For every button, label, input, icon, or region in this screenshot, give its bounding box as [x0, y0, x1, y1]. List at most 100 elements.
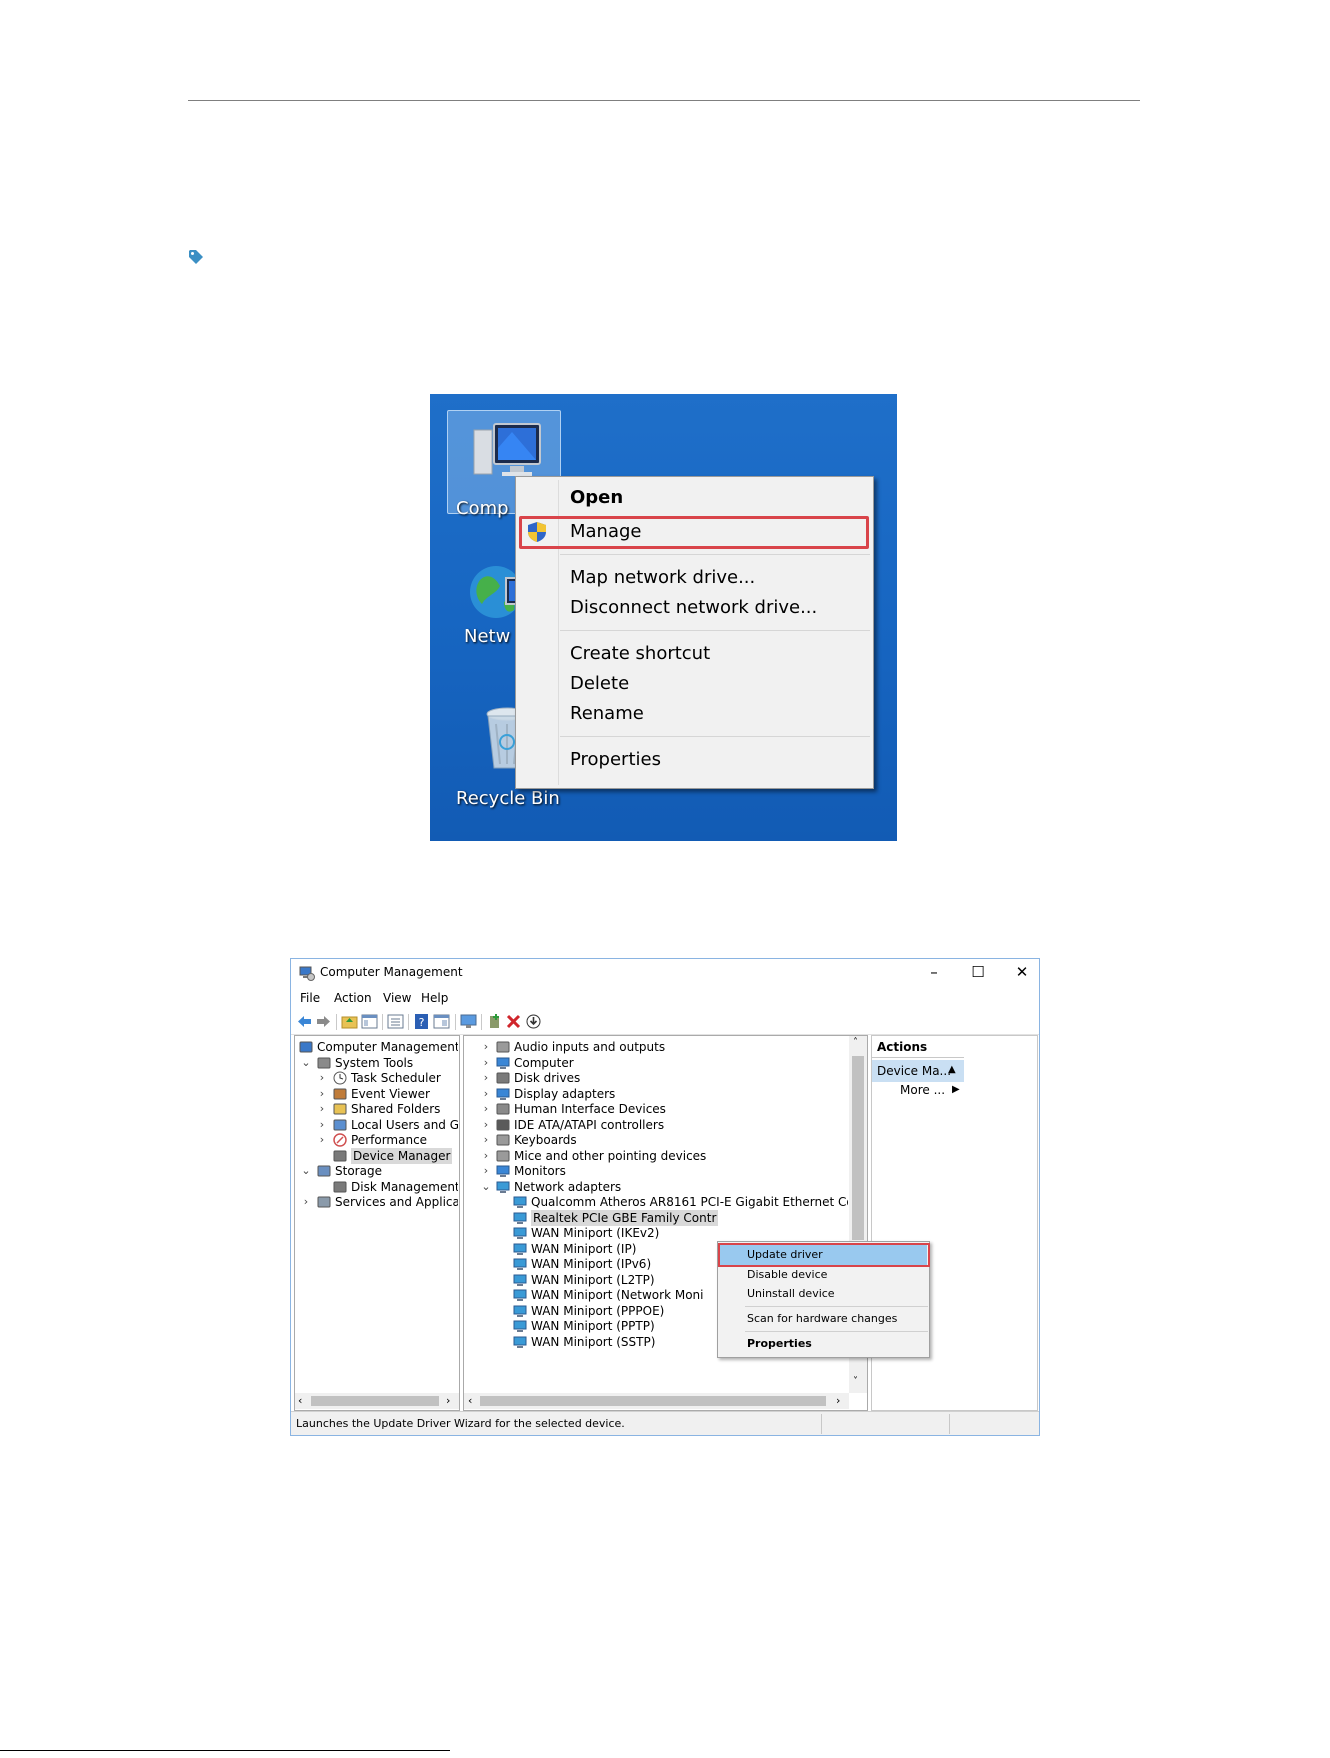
device-item[interactable]: › Display adapters [465, 1086, 848, 1102]
toolbar-separator [481, 1014, 482, 1030]
keyboard-icon [496, 1134, 510, 1146]
chevron-down-icon[interactable]: ⌄ [301, 1055, 311, 1071]
tree-item-label: System Tools [335, 1055, 414, 1070]
chevron-right-icon[interactable]: › [317, 1132, 327, 1148]
tree-item-label: Computer Management (Local [317, 1040, 458, 1054]
minimize-button[interactable]: – [919, 962, 949, 982]
device-item[interactable]: › Human Interface Devices [465, 1101, 848, 1117]
forward-arrow-icon[interactable] [315, 1013, 332, 1030]
tag-icon [189, 250, 203, 264]
scroll-right-icon[interactable]: › [446, 1394, 450, 1407]
menu-view[interactable]: View [383, 991, 411, 1005]
tree-item-label: WAN Miniport (SSTP) [531, 1334, 656, 1349]
menu-separator [745, 1306, 928, 1307]
update-driver-icon[interactable] [486, 1013, 503, 1030]
scroll-up-icon[interactable]: ˄ [853, 1037, 858, 1048]
scroll-left-icon[interactable]: ‹ [468, 1394, 472, 1407]
menu-item-properties[interactable]: Properties [570, 749, 661, 770]
up-folder-icon[interactable] [341, 1013, 358, 1030]
device-item[interactable]: › Keyboards [465, 1132, 848, 1148]
tree-item[interactable]: › Shared Folders [296, 1101, 458, 1117]
menu-item-properties[interactable]: Properties [747, 1337, 812, 1350]
device-item[interactable]: Qualcomm Atheros AR8161 PCI-E Gigabit Et… [465, 1194, 848, 1210]
chevron-right-icon[interactable]: › [481, 1086, 491, 1102]
chevron-right-icon[interactable]: › [301, 1194, 311, 1210]
chevron-right-icon[interactable]: › [317, 1101, 327, 1117]
scroll-right-icon[interactable]: › [836, 1394, 840, 1407]
tree-item[interactable]: Disk Management [296, 1179, 458, 1195]
scroll-thumb[interactable] [852, 1056, 864, 1240]
tree-item[interactable]: ⌄ Storage [296, 1163, 458, 1179]
menu-item-scan-hardware[interactable]: Scan for hardware changes [747, 1312, 897, 1325]
menu-item-update-driver[interactable]: Update driver [747, 1248, 823, 1261]
services-icon [317, 1196, 331, 1208]
menu-file[interactable]: File [300, 991, 320, 1005]
chevron-right-icon[interactable]: › [481, 1101, 491, 1117]
device-item[interactable]: WAN Miniport (IKEv2) [465, 1225, 848, 1241]
tree-hscrollbar[interactable]: ‹ › [295, 1393, 459, 1409]
menu-item-uninstall-device[interactable]: Uninstall device [747, 1287, 835, 1300]
device-item[interactable]: › Disk drives [465, 1070, 848, 1086]
tree-item-label: Keyboards [514, 1133, 577, 1147]
menu-action[interactable]: Action [334, 991, 372, 1005]
tree-item[interactable]: › Performance [296, 1132, 458, 1148]
chevron-right-icon[interactable]: › [481, 1117, 491, 1133]
scroll-left-icon[interactable]: ‹ [298, 1394, 302, 1407]
toolbar-separator [382, 1014, 383, 1030]
device-item[interactable]: › IDE ATA/ATAPI controllers [465, 1117, 848, 1133]
tree-item[interactable]: › Services and Applications [296, 1194, 458, 1210]
show-hide-tree-icon[interactable] [361, 1013, 378, 1030]
chevron-right-icon[interactable]: › [481, 1039, 491, 1055]
actions-more-link[interactable]: More ... [900, 1083, 945, 1097]
device-item[interactable]: › Computer [465, 1055, 848, 1071]
list-icon[interactable] [387, 1013, 404, 1030]
disk-management-icon [333, 1181, 347, 1192]
monitor-icon[interactable] [460, 1013, 477, 1030]
back-arrow-icon[interactable] [296, 1013, 313, 1030]
chevron-right-icon[interactable]: › [481, 1148, 491, 1164]
chevron-right-icon[interactable]: › [317, 1117, 327, 1133]
device-item[interactable]: › Audio inputs and outputs [465, 1039, 848, 1055]
menu-item-manage[interactable]: Manage [570, 521, 642, 542]
collapse-up-icon[interactable]: ▲ [948, 1064, 956, 1075]
chevron-right-icon[interactable]: › [481, 1055, 491, 1071]
menu-item-disable-device[interactable]: Disable device [747, 1268, 827, 1281]
chevron-right-icon[interactable]: › [481, 1163, 491, 1179]
device-item[interactable]: › Mice and other pointing devices [465, 1148, 848, 1164]
tree-item[interactable]: › Task Scheduler [296, 1070, 458, 1086]
menu-item-create-shortcut[interactable]: Create shortcut [570, 643, 710, 664]
device-item[interactable]: ⌄ Network adapters [465, 1179, 848, 1195]
tree-item[interactable]: › Local Users and Groups [296, 1117, 458, 1133]
menu-item-delete[interactable]: Delete [570, 673, 629, 694]
menu-item-open[interactable]: Open [570, 487, 623, 508]
tree-item[interactable]: › Event Viewer [296, 1086, 458, 1102]
help-icon[interactable]: ? [413, 1013, 430, 1030]
chevron-right-icon[interactable]: › [481, 1132, 491, 1148]
scroll-thumb[interactable] [311, 1396, 439, 1406]
scroll-thumb[interactable] [480, 1396, 826, 1406]
menu-separator [745, 1331, 928, 1332]
scroll-down-icon[interactable]: ˅ [853, 1376, 858, 1387]
menu-item-rename[interactable]: Rename [570, 703, 644, 724]
chevron-right-icon[interactable]: › [317, 1070, 327, 1086]
chevron-down-icon[interactable]: ⌄ [301, 1163, 311, 1179]
disable-icon[interactable] [525, 1013, 542, 1030]
device-item[interactable]: › Monitors [465, 1163, 848, 1179]
tree-item[interactable]: Computer Management (Local [296, 1039, 458, 1055]
chevron-right-icon[interactable]: › [481, 1070, 491, 1086]
menu-item-disconnect-network-drive[interactable]: Disconnect network drive... [570, 597, 817, 618]
tree-item[interactable]: ⌄ System Tools [296, 1055, 458, 1071]
chevron-down-icon[interactable]: ⌄ [481, 1179, 491, 1195]
maximize-button[interactable]: ☐ [963, 962, 993, 982]
tree-item-label: Performance [351, 1133, 428, 1147]
actions-section-device-manager[interactable]: Device Ma... ▲ [872, 1060, 964, 1082]
device-item[interactable]: Realtek PCIe GBE Family Contr [465, 1209, 848, 1226]
close-button[interactable]: ✕ [1007, 962, 1037, 982]
view-icon[interactable] [433, 1013, 450, 1030]
chevron-right-icon[interactable]: › [317, 1086, 327, 1102]
menu-item-map-network-drive[interactable]: Map network drive... [570, 567, 755, 588]
uninstall-icon[interactable] [505, 1013, 522, 1030]
tree-item[interactable]: Device Manager [296, 1147, 458, 1164]
menu-help[interactable]: Help [421, 991, 448, 1005]
device-hscrollbar[interactable]: ‹ › [464, 1393, 849, 1409]
